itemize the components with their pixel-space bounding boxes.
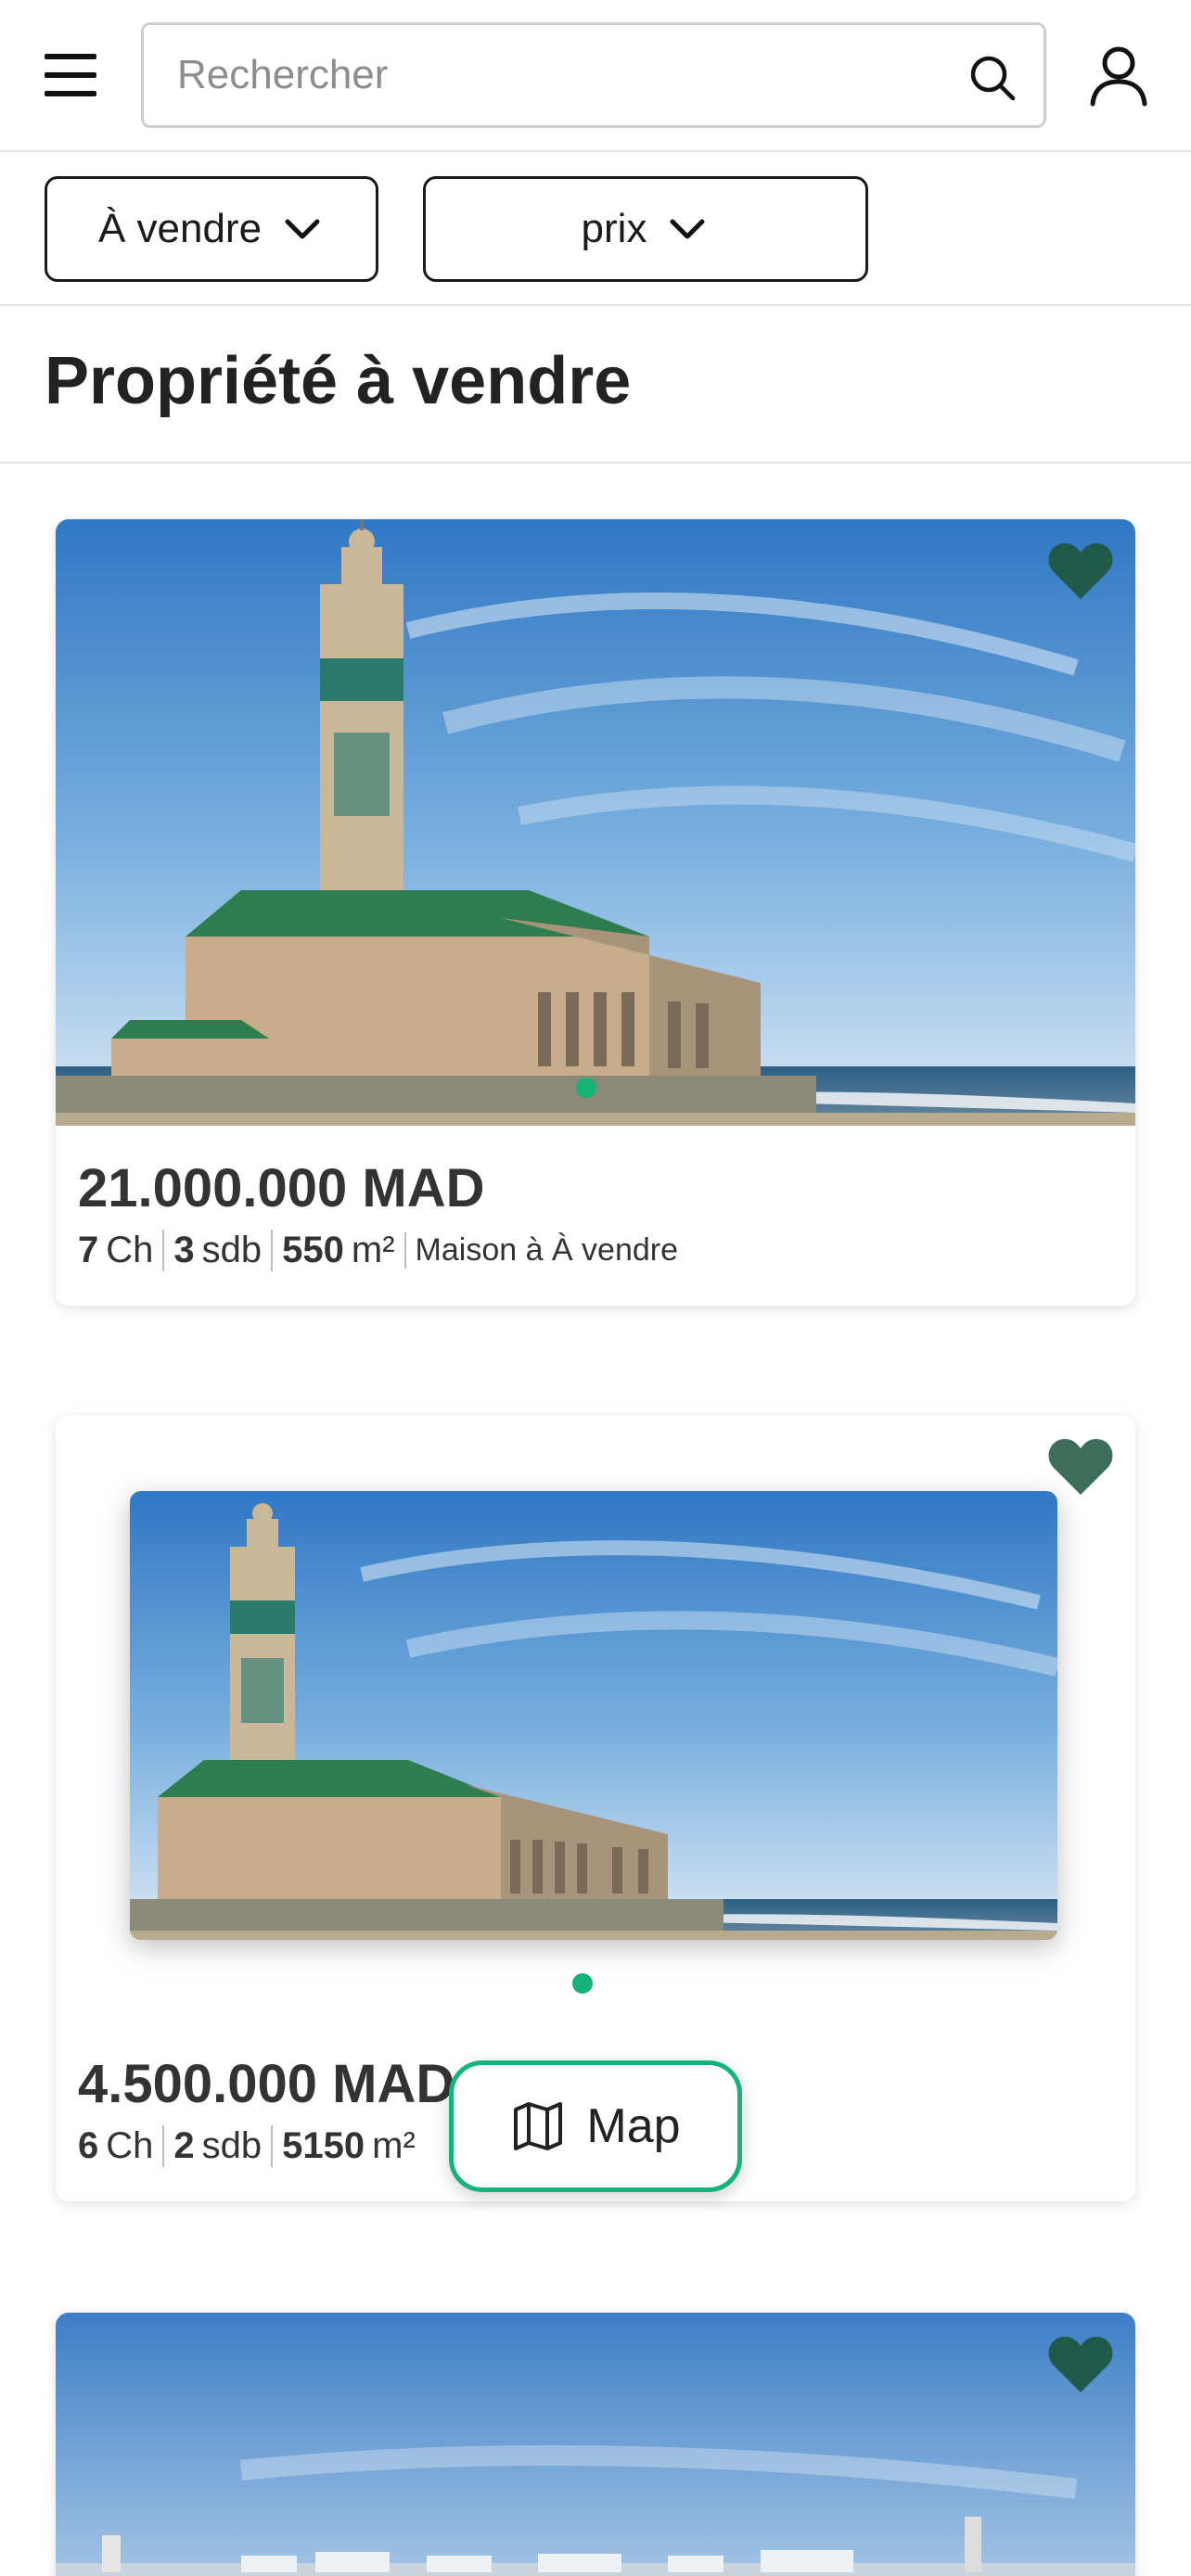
property-type-label: Maison à À vendre [415, 1232, 679, 1268]
chevron-down-icon [670, 219, 705, 239]
menu-icon[interactable] [41, 50, 100, 102]
area-unit: m² [372, 2125, 416, 2166]
listing-price: 21.000.000 MAD [78, 1158, 485, 1218]
bedrooms: 6 Ch [78, 2125, 162, 2167]
mosque-photo [130, 1491, 1057, 1940]
area-value: 550 [282, 1230, 344, 1270]
user-icon[interactable] [1085, 43, 1152, 109]
filter-price-label: prix [581, 206, 647, 251]
area: 5150 m² [271, 2125, 425, 2167]
bedrooms-unit: Ch [106, 1230, 154, 1270]
map-icon [514, 2102, 563, 2150]
filter-status-dropdown[interactable]: À vendre [45, 176, 378, 282]
bedrooms-unit: Ch [106, 2125, 154, 2166]
favorite-heart-icon[interactable] [1046, 1435, 1115, 1497]
top-bar [0, 0, 1191, 152]
area-value: 5150 [282, 2125, 365, 2166]
bathrooms-unit: sdb [201, 2125, 263, 2166]
map-button-label: Map [586, 2099, 681, 2153]
area: 550 m² [271, 1230, 403, 1271]
listing-card[interactable] [56, 2313, 1135, 2576]
listing-photo[interactable] [56, 2313, 1135, 2576]
filter-price-dropdown[interactable]: prix [423, 176, 868, 282]
map-view-button[interactable]: Map [449, 2060, 742, 2192]
area-unit: m² [351, 1230, 395, 1270]
title-section: Propriété à vendre [0, 306, 1191, 464]
search-icon[interactable] [967, 53, 1018, 103]
bathrooms: 3 sdb [162, 1230, 271, 1271]
bathrooms: 2 sdb [162, 2125, 271, 2167]
search-input[interactable] [177, 25, 956, 125]
listing-specs: 7 Ch 3 sdb 550 m² Maison à À vendre [78, 1230, 687, 1271]
bedrooms-value: 6 [78, 2125, 99, 2166]
bedrooms-value: 7 [78, 1230, 99, 1270]
filter-bar: À vendre prix [0, 152, 1191, 306]
favorite-heart-icon[interactable] [1046, 540, 1115, 601]
listing-card[interactable]: 21.000.000 MAD 7 Ch 3 sdb 550 m² Maison à À… [56, 519, 1135, 1306]
listing-specs: 6 Ch 2 sdb 5150 m² [78, 2125, 425, 2167]
bedrooms: 7 Ch [78, 1230, 162, 1271]
filter-status-label: À vendre [97, 206, 263, 251]
listing-price: 4.500.000 MAD [78, 2054, 455, 2114]
favorite-heart-icon[interactable] [1046, 2333, 1115, 2394]
city-photo [56, 2313, 1135, 2576]
bathrooms-unit: sdb [201, 1230, 263, 1270]
listing-photo[interactable] [130, 1491, 1057, 1940]
bathrooms-value: 3 [173, 1230, 195, 1270]
bathrooms-value: 2 [173, 2125, 195, 2166]
carousel-dot-active[interactable] [572, 1973, 593, 1994]
listing-photo[interactable] [56, 519, 1135, 1126]
search-bar[interactable] [141, 22, 1046, 128]
mosque-photo [56, 519, 1135, 1126]
page-title: Propriété à vendre [45, 344, 632, 418]
carousel-dot-active[interactable] [576, 1078, 596, 1098]
property-type: Maison à À vendre [403, 1232, 688, 1269]
chevron-down-icon [285, 219, 320, 239]
